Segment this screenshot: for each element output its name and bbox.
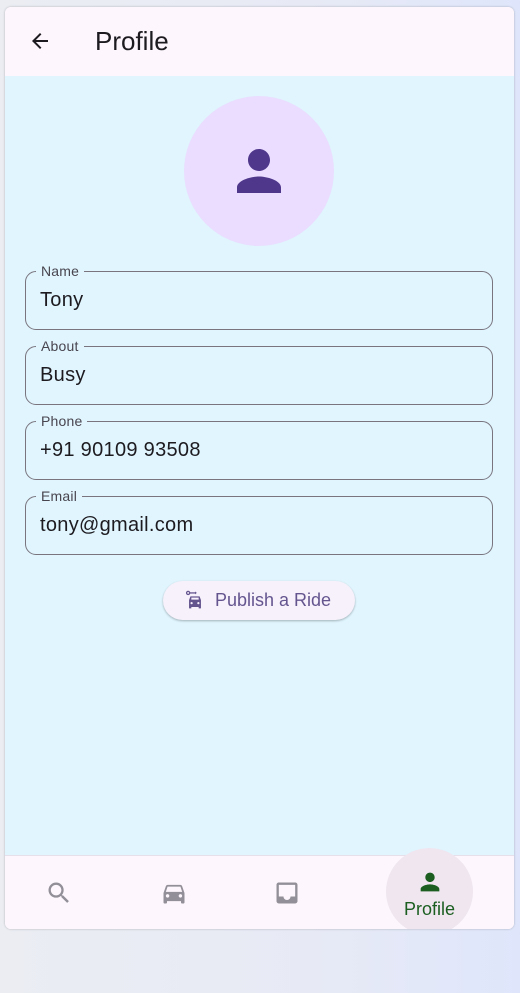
- name-field-label: Name: [36, 262, 85, 280]
- nav-profile-label: Profile: [403, 898, 456, 919]
- nav-rides[interactable]: [146, 856, 202, 929]
- app-bar: Profile: [5, 7, 514, 76]
- about-field[interactable]: About Busy: [25, 337, 493, 405]
- back-button[interactable]: [21, 22, 59, 60]
- about-field-value[interactable]: Busy: [40, 363, 86, 387]
- name-field-value[interactable]: Tony: [40, 288, 83, 312]
- about-field-label: About: [36, 337, 84, 355]
- nav-inbox[interactable]: [259, 856, 315, 929]
- email-field-label: Email: [36, 487, 83, 505]
- avatar[interactable]: [184, 96, 334, 246]
- search-icon: [48, 882, 69, 903]
- person-icon: [420, 872, 439, 891]
- name-field[interactable]: Name Tony: [25, 262, 493, 330]
- email-field-value[interactable]: tony@gmail.com: [40, 513, 193, 537]
- car-route-icon: [185, 590, 201, 609]
- car-icon: [163, 884, 185, 904]
- phone-field[interactable]: Phone +91 90109 93508: [25, 412, 493, 480]
- nav-profile[interactable]: Profile: [386, 856, 473, 929]
- nav-search[interactable]: [31, 856, 87, 929]
- bottom-navigation: Profile: [5, 848, 514, 929]
- arrow-back-icon: [32, 33, 48, 49]
- phone-field-label: Phone: [36, 412, 88, 430]
- inbox-icon: [276, 882, 298, 904]
- page-title: Profile: [95, 26, 169, 56]
- app-screen: Profile Name Tony About Busy Phone +91 9…: [5, 7, 514, 929]
- phone-field-value[interactable]: +91 90109 93508: [40, 438, 201, 462]
- profile-content: Name Tony About Busy Phone +91 90109 935…: [5, 76, 514, 855]
- publish-ride-label: Publish a Ride: [215, 590, 332, 610]
- publish-ride-button[interactable]: Publish a Ride: [163, 581, 355, 620]
- person-icon: [237, 149, 281, 193]
- email-field[interactable]: Email tony@gmail.com: [25, 487, 493, 555]
